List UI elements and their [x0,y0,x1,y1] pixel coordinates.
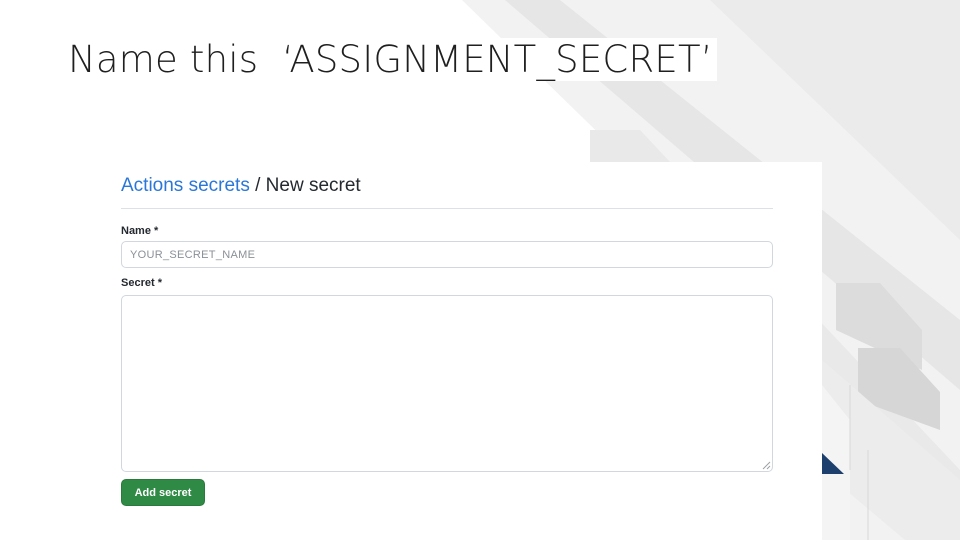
secret-field-label: Secret * [121,277,162,289]
breadcrumb-current: New secret [265,175,361,196]
breadcrumb: Actions secrets / New secret [121,175,361,197]
breadcrumb-separator: / [249,175,266,196]
add-secret-button[interactable]: Add secret [121,479,205,506]
name-field-label: Name * [121,225,159,237]
breadcrumb-link-actions-secrets[interactable]: Actions secrets [121,175,250,196]
secret-value-textarea[interactable] [121,295,773,472]
resize-grip-icon[interactable] [762,461,771,470]
secret-name-input[interactable] [121,241,773,268]
slide-title: Name this ‘ASSIGNMENT_SECRET’ [68,38,717,81]
new-secret-panel: Actions secrets / New secret Name * Secr… [98,162,822,540]
heading-divider [121,208,773,209]
